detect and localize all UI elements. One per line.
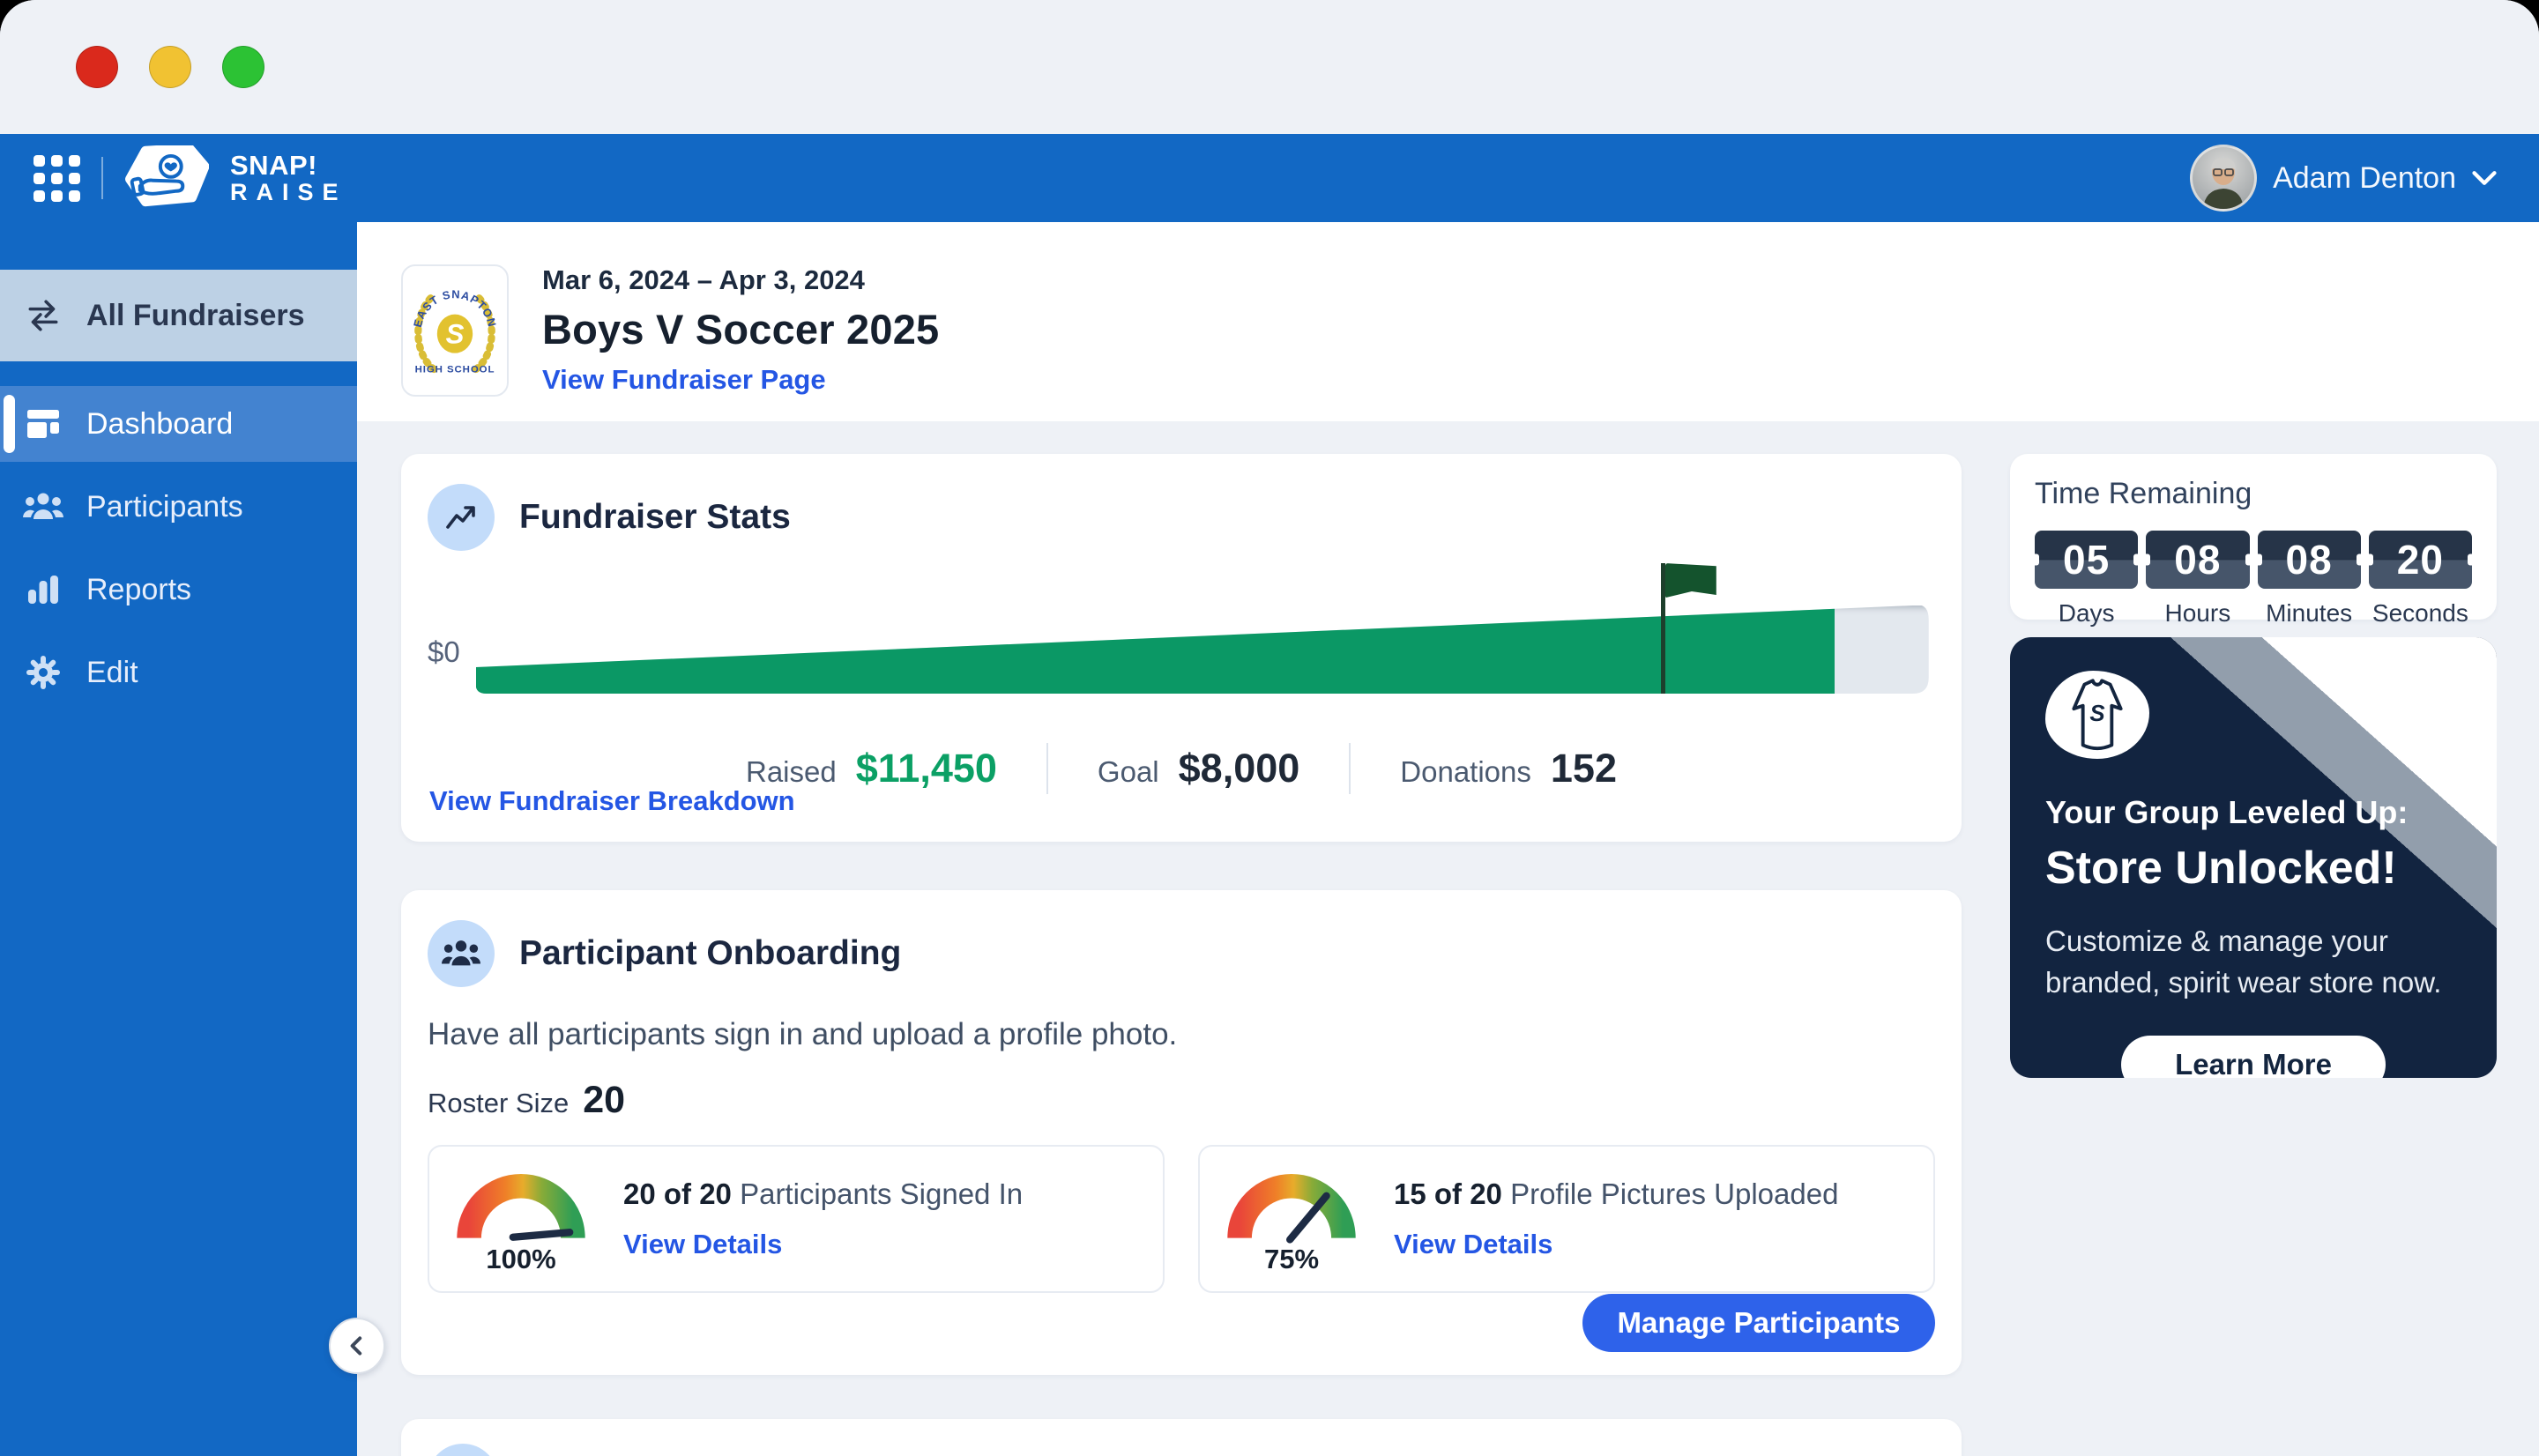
bar-chart-icon: [23, 574, 63, 605]
onboarding-description: Have all participants sign in and upload…: [428, 1017, 1935, 1052]
goal-flag-icon: [1661, 563, 1665, 694]
gear-icon: [23, 656, 63, 689]
fundraiser-stats-card: Fundraiser Stats $0: [401, 454, 1962, 842]
progress-chart: $0: [428, 605, 1935, 694]
roster-size: Roster Size 20: [428, 1079, 1935, 1122]
next-section-card: [401, 1419, 1962, 1456]
trending-up-icon: [428, 484, 495, 551]
sidebar-item-edit[interactable]: Edit: [0, 635, 357, 710]
view-fundraiser-page-link[interactable]: View Fundraiser Page: [542, 364, 826, 395]
progress-fill: [476, 605, 1835, 694]
people-icon: [23, 491, 63, 523]
chevron-down-icon: [2472, 170, 2497, 186]
gauge-75-icon: [1221, 1163, 1362, 1244]
onboarding-card-title: Participant Onboarding: [519, 934, 901, 973]
svg-text:S: S: [2089, 702, 2104, 726]
goal-stat: Goal $8,000: [1098, 746, 1299, 791]
school-logo: EAST SNAPTON S HIGH SCHOOL: [401, 264, 509, 397]
progress-track: [476, 605, 1935, 694]
app-grid-icon[interactable]: [34, 155, 80, 202]
brand-wordmark: SNAP! RAISE: [230, 151, 347, 206]
promo-title: Store Unlocked!: [2045, 842, 2461, 895]
minimize-window-button[interactable]: [149, 46, 191, 88]
user-name: Adam Denton: [2273, 161, 2456, 196]
time-remaining-card: Time Remaining 05 08 08 20 Days Hours Mi…: [2010, 454, 2497, 620]
profile-pictures-tile: 75% 15 of 20 Profile Pictures Uploaded V…: [1198, 1145, 1935, 1293]
header-divider: [101, 157, 103, 199]
countdown-seconds: 20: [2369, 531, 2472, 589]
fundraiser-page-header: EAST SNAPTON S HIGH SCHOOL Mar 6, 2024 –…: [357, 222, 2539, 421]
learn-more-button[interactable]: Learn More: [2121, 1036, 2386, 1078]
countdown-days: 05: [2035, 531, 2138, 589]
swap-arrows-icon: [23, 300, 63, 331]
view-fundraiser-breakdown-link[interactable]: View Fundraiser Breakdown: [429, 785, 795, 817]
gauge-percent-label: 75%: [1221, 1244, 1362, 1275]
promo-headline: Your Group Leveled Up:: [2045, 794, 2461, 831]
main-content: EAST SNAPTON S HIGH SCHOOL Mar 6, 2024 –…: [357, 222, 2539, 1456]
signed-in-stat: 20 of 20 Participants Signed In: [623, 1177, 1023, 1211]
countdown-minutes: 08: [2258, 531, 2361, 589]
user-avatar: [2190, 145, 2257, 212]
view-details-link[interactable]: View Details: [1394, 1229, 1552, 1260]
gauge-100-icon: [450, 1163, 592, 1244]
sidebar-item-all-fundraisers[interactable]: All Fundraisers: [0, 270, 357, 361]
brand-line-1: SNAP!: [230, 151, 347, 180]
signed-in-tile: 100% 20 of 20 Participants Signed In Vie…: [428, 1145, 1165, 1293]
roster-size-value: 20: [583, 1079, 625, 1122]
traffic-lights: [76, 46, 264, 88]
sidebar-item-dashboard[interactable]: Dashboard: [0, 386, 357, 462]
sidebar-item-participants[interactable]: Participants: [0, 469, 357, 545]
zoom-window-button[interactable]: [222, 46, 264, 88]
next-card-icon: [428, 1444, 498, 1456]
sidebar-item-label: Reports: [86, 573, 191, 607]
dashboard-icon: [23, 408, 63, 440]
sidebar-item-label: All Fundraisers: [86, 299, 305, 333]
raised-value: $11,450: [856, 746, 997, 791]
close-window-button[interactable]: [76, 46, 118, 88]
participant-onboarding-card: Participant Onboarding Have all particip…: [401, 890, 1962, 1375]
stats-card-title: Fundraiser Stats: [519, 498, 791, 537]
svg-text:HIGH SCHOOL: HIGH SCHOOL: [415, 365, 495, 375]
sidebar-item-label: Participants: [86, 490, 243, 524]
sidebar-item-label: Dashboard: [86, 407, 233, 442]
user-menu[interactable]: Adam Denton: [2190, 145, 2497, 212]
sidebar-item-label: Edit: [86, 656, 138, 690]
countdown: 05 08 08 20: [2035, 531, 2472, 589]
brand-line-2: RAISE: [230, 180, 347, 205]
fundraiser-title: Boys V Soccer 2025: [542, 305, 939, 353]
view-details-link[interactable]: View Details: [623, 1229, 782, 1260]
countdown-labels: Days Hours Minutes Seconds: [2035, 599, 2472, 628]
fundraiser-date-range: Mar 6, 2024 – Apr 3, 2024: [542, 264, 939, 296]
sidebar: All Fundraisers Dashboard: [0, 222, 357, 1456]
sidebar-item-reports[interactable]: Reports: [0, 552, 357, 628]
tshirt-icon: S: [2045, 671, 2149, 759]
svg-text:S: S: [446, 319, 465, 350]
donations-stat: Donations 152: [1400, 746, 1617, 791]
gauge-percent-label: 100%: [450, 1244, 592, 1275]
sidebar-collapse-button[interactable]: [329, 1318, 385, 1374]
snap-raise-logo-icon: [124, 145, 209, 212]
window-titlebar: [0, 0, 2539, 134]
time-remaining-title: Time Remaining: [2035, 477, 2472, 511]
app-header: SNAP! RAISE Adam Denton: [0, 134, 2539, 222]
chevron-left-icon: [346, 1334, 369, 1357]
manage-participants-button[interactable]: Manage Participants: [1582, 1294, 1935, 1352]
goal-value: $8,000: [1179, 746, 1300, 791]
brand-area: SNAP! RAISE: [34, 145, 347, 212]
donations-value: 152: [1551, 746, 1617, 791]
people-group-icon: [428, 920, 495, 987]
promo-body: Customize & manage your branded, spirit …: [2045, 921, 2461, 1004]
app-window: SNAP! RAISE Adam Denton: [0, 0, 2539, 1456]
profile-pictures-stat: 15 of 20 Profile Pictures Uploaded: [1394, 1177, 1838, 1211]
store-unlocked-card: S Your Group Leveled Up: Store Unlocked!…: [2010, 637, 2497, 1078]
countdown-hours: 08: [2146, 531, 2249, 589]
axis-start-label: $0: [428, 635, 460, 694]
